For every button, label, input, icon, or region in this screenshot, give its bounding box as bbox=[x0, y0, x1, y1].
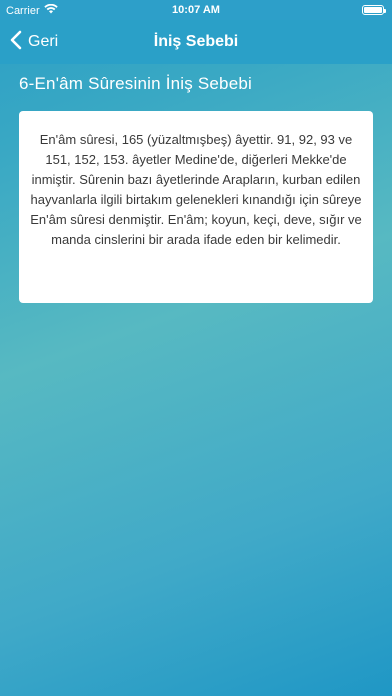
page-title: İniş Sebebi bbox=[153, 33, 239, 50]
content-text: En'âm sûresi, 165 (yüzaltmışbeş) âyettir… bbox=[30, 132, 362, 247]
status-bar: Carrier 10:07 AM bbox=[0, 0, 392, 20]
battery-icon bbox=[362, 5, 386, 15]
navigation-bar: Geri İniş Sebebi bbox=[0, 20, 392, 64]
section-title: 6-En'âm Sûresinin İniş Sebebi bbox=[19, 74, 253, 93]
status-time: 10:07 AM bbox=[172, 4, 220, 16]
content-card: En'âm sûresi, 165 (yüzaltmışbeş) âyettir… bbox=[19, 111, 373, 303]
